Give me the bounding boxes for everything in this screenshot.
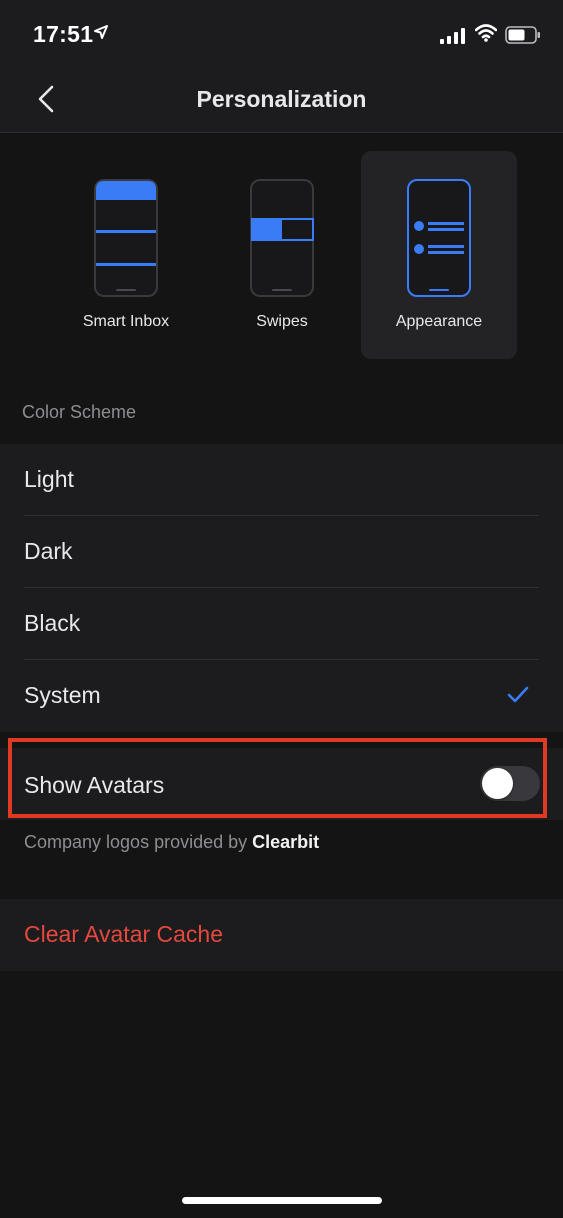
mode-label: Swipes bbox=[256, 313, 308, 330]
color-scheme-option-light[interactable]: Light bbox=[0, 444, 563, 516]
clearbit-link[interactable]: Clearbit bbox=[252, 832, 319, 852]
status-time: 17:51 bbox=[33, 21, 94, 47]
option-label: Black bbox=[24, 610, 81, 636]
mode-swipes[interactable]: Swipes bbox=[204, 151, 360, 359]
page-title: Personalization bbox=[196, 86, 367, 112]
section-header-color-scheme: Color Scheme bbox=[22, 402, 137, 422]
home-indicator bbox=[182, 1197, 382, 1204]
color-scheme-list: Light Dark Black System bbox=[0, 444, 563, 732]
avatar-footnote: Company logos provided by Clearbit bbox=[24, 832, 319, 853]
clear-avatar-cache-button[interactable]: Clear Avatar Cache bbox=[0, 899, 563, 971]
location-arrow-icon bbox=[94, 25, 108, 39]
option-label: Light bbox=[24, 466, 74, 492]
smart-inbox-preview-icon bbox=[94, 179, 158, 297]
personalization-modes: Smart Inbox Swipes Appearance bbox=[0, 133, 563, 378]
navigation-bar: Personalization bbox=[0, 70, 563, 133]
wifi-icon bbox=[475, 24, 497, 42]
toggle-knob bbox=[482, 768, 513, 799]
mode-smart-inbox[interactable]: Smart Inbox bbox=[48, 151, 204, 359]
clear-avatar-cache-label: Clear Avatar Cache bbox=[24, 921, 224, 947]
highlight-box bbox=[8, 738, 547, 818]
show-avatars-toggle[interactable] bbox=[480, 766, 540, 801]
status-bar: 17:51 bbox=[0, 0, 563, 70]
appearance-preview-icon bbox=[407, 179, 471, 297]
footnote-text: Company logos provided by bbox=[24, 832, 248, 852]
option-label: System bbox=[24, 682, 101, 708]
color-scheme-option-black[interactable]: Black bbox=[0, 588, 563, 660]
option-label: Dark bbox=[24, 538, 73, 564]
color-scheme-option-system[interactable]: System bbox=[0, 660, 563, 732]
checkmark-icon bbox=[507, 686, 529, 703]
mode-label: Appearance bbox=[395, 313, 483, 330]
mode-appearance[interactable]: Appearance bbox=[361, 151, 517, 359]
swipes-preview-icon bbox=[250, 179, 314, 297]
battery-icon bbox=[505, 26, 540, 44]
color-scheme-option-dark[interactable]: Dark bbox=[0, 516, 563, 588]
mode-label: Smart Inbox bbox=[82, 313, 170, 330]
cellular-signal-icon bbox=[440, 28, 465, 44]
